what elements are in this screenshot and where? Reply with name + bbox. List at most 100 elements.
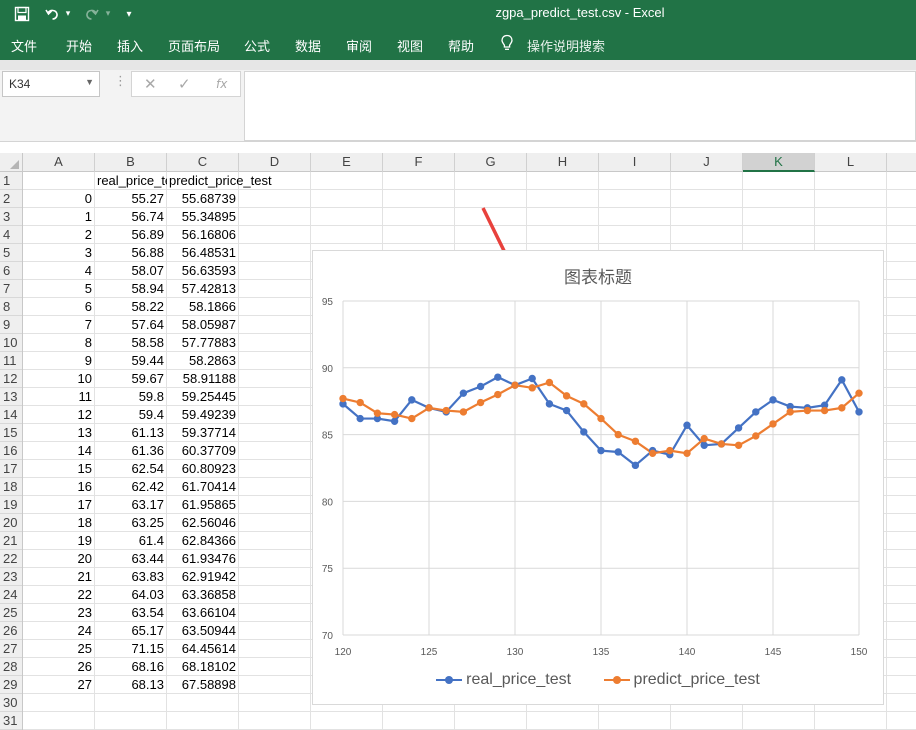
table-cell[interactable]: 15 xyxy=(23,460,95,478)
table-cell[interactable]: 6 xyxy=(23,298,95,316)
table-cell[interactable]: 55.34895 xyxy=(167,208,239,226)
table-cell[interactable]: 59.25445 xyxy=(167,388,239,406)
row-header[interactable]: 30 xyxy=(0,694,22,712)
table-cell[interactable]: 56.89 xyxy=(95,226,167,244)
column-header-g[interactable]: G xyxy=(455,153,527,172)
row-header[interactable]: 11 xyxy=(0,352,22,370)
row-header[interactable]: 31 xyxy=(0,712,22,730)
row-header[interactable]: 8 xyxy=(0,298,22,316)
column-header-h[interactable]: H xyxy=(527,153,599,172)
table-cell[interactable]: 62.42 xyxy=(95,478,167,496)
table-cell[interactable]: 8 xyxy=(23,334,95,352)
line-chart[interactable]: 70 75 80 85 90 95 120 125 130 135 140 145 150 图表标题 r… xyxy=(312,250,884,705)
chart-title[interactable]: 图表标题 xyxy=(313,263,883,288)
table-cell[interactable]: 58.94 xyxy=(95,280,167,298)
table-cell[interactable]: 18 xyxy=(23,514,95,532)
table-cell[interactable]: 57.64 xyxy=(95,316,167,334)
redo-dropdown-icon[interactable]: ▾ xyxy=(103,4,113,24)
table-cell[interactable]: 68.18102 xyxy=(167,658,239,676)
row-header[interactable]: 19 xyxy=(0,496,22,514)
tab-file[interactable]: 文件 xyxy=(11,36,37,55)
table-cell[interactable]: 23 xyxy=(23,604,95,622)
undo-icon[interactable] xyxy=(42,4,62,24)
formula-input[interactable] xyxy=(244,71,916,141)
row-header[interactable]: 15 xyxy=(0,424,22,442)
table-cell[interactable]: 9 xyxy=(23,352,95,370)
row-header[interactable]: 21 xyxy=(0,532,22,550)
tab-formulas[interactable]: 公式 xyxy=(244,36,270,55)
tab-home[interactable]: 开始 xyxy=(66,36,92,55)
confirm-icon[interactable]: ✓ xyxy=(178,75,191,93)
table-cell[interactable]: 63.54 xyxy=(95,604,167,622)
row-header[interactable]: 16 xyxy=(0,442,22,460)
table-cell[interactable]: 63.25 xyxy=(95,514,167,532)
table-cell[interactable]: 59.37714 xyxy=(167,424,239,442)
table-cell[interactable]: 62.56046 xyxy=(167,514,239,532)
table-cell[interactable]: 65.17 xyxy=(95,622,167,640)
tab-help[interactable]: 帮助 xyxy=(448,36,474,55)
table-cell[interactable]: 64.03 xyxy=(95,586,167,604)
table-cell[interactable]: 61.13 xyxy=(95,424,167,442)
select-all-button[interactable] xyxy=(0,153,23,172)
header-cell[interactable]: real_price_test xyxy=(95,172,167,190)
table-cell[interactable]: 2 xyxy=(23,226,95,244)
column-header-f[interactable]: F xyxy=(383,153,455,172)
table-cell[interactable]: 4 xyxy=(23,262,95,280)
column-header-b[interactable]: B xyxy=(95,153,167,172)
table-cell[interactable]: 25 xyxy=(23,640,95,658)
column-header-d[interactable]: D xyxy=(239,153,311,172)
table-cell[interactable]: 67.58898 xyxy=(167,676,239,694)
table-cell[interactable]: 61.70414 xyxy=(167,478,239,496)
row-header[interactable]: 26 xyxy=(0,622,22,640)
table-cell[interactable]: 7 xyxy=(23,316,95,334)
table-cell[interactable]: 57.77883 xyxy=(167,334,239,352)
table-cell[interactable]: 71.15 xyxy=(95,640,167,658)
name-box[interactable]: K34 ▼ xyxy=(2,71,100,97)
row-header[interactable]: 4 xyxy=(0,226,22,244)
row-header[interactable]: 18 xyxy=(0,478,22,496)
save-icon[interactable] xyxy=(12,4,32,24)
table-cell[interactable]: 58.22 xyxy=(95,298,167,316)
table-cell[interactable]: 16 xyxy=(23,478,95,496)
row-header[interactable]: 10 xyxy=(0,334,22,352)
table-cell[interactable]: 58.05987 xyxy=(167,316,239,334)
customize-toolbar-icon[interactable]: ▾ xyxy=(122,4,136,24)
row-header[interactable]: 22 xyxy=(0,550,22,568)
row-header[interactable]: 5 xyxy=(0,244,22,262)
table-cell[interactable]: 61.4 xyxy=(95,532,167,550)
table-cell[interactable]: 56.16806 xyxy=(167,226,239,244)
row-header[interactable]: 14 xyxy=(0,406,22,424)
header-cell[interactable]: predict_price_test xyxy=(167,172,311,190)
table-cell[interactable]: 14 xyxy=(23,442,95,460)
table-cell[interactable]: 60.80923 xyxy=(167,460,239,478)
table-cell[interactable]: 56.88 xyxy=(95,244,167,262)
row-header[interactable]: 12 xyxy=(0,370,22,388)
table-cell[interactable]: 17 xyxy=(23,496,95,514)
row-header[interactable]: 23 xyxy=(0,568,22,586)
redo-icon[interactable] xyxy=(82,4,102,24)
table-cell[interactable]: 0 xyxy=(23,190,95,208)
table-cell[interactable]: 63.83 xyxy=(95,568,167,586)
row-header[interactable]: 1 xyxy=(0,172,22,190)
table-cell[interactable]: 59.44 xyxy=(95,352,167,370)
tab-data[interactable]: 数据 xyxy=(295,36,321,55)
row-header[interactable]: 9 xyxy=(0,316,22,334)
table-cell[interactable]: 10 xyxy=(23,370,95,388)
table-cell[interactable]: 55.27 xyxy=(95,190,167,208)
row-header[interactable]: 7 xyxy=(0,280,22,298)
row-header[interactable]: 17 xyxy=(0,460,22,478)
table-cell[interactable]: 63.36858 xyxy=(167,586,239,604)
table-cell[interactable]: 63.44 xyxy=(95,550,167,568)
table-cell[interactable]: 5 xyxy=(23,280,95,298)
row-header[interactable]: 3 xyxy=(0,208,22,226)
table-cell[interactable]: 58.91188 xyxy=(167,370,239,388)
tab-review[interactable]: 审阅 xyxy=(346,36,372,55)
table-cell[interactable]: 64.45614 xyxy=(167,640,239,658)
column-header-a[interactable]: A xyxy=(23,153,95,172)
undo-dropdown-icon[interactable]: ▾ xyxy=(63,4,73,24)
row-header[interactable]: 27 xyxy=(0,640,22,658)
row-header[interactable]: 20 xyxy=(0,514,22,532)
table-cell[interactable]: 3 xyxy=(23,244,95,262)
table-cell[interactable]: 12 xyxy=(23,406,95,424)
table-cell[interactable]: 26 xyxy=(23,658,95,676)
